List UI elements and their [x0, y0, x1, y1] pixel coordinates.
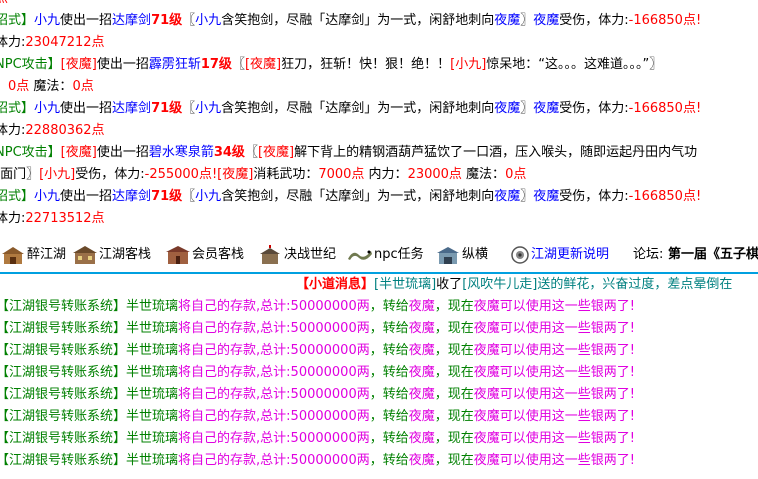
player-name[interactable]: 小九	[34, 189, 60, 204]
chat-line: 体力:22880362点	[0, 123, 105, 138]
bank-transfer-line: 【江湖银号转账系统】半世琉璃将自己的存款,总计:50000000两，转给夜魔，现…	[0, 299, 635, 314]
bank-transfer-line: 【江湖银号转账系统】半世琉璃将自己的存款,总计:50000000两，转给夜魔，现…	[0, 453, 635, 468]
chat-line: ]面门〗[小九]受伤，体力:-255000点![夜魔]消耗武功：7000点 内力…	[0, 167, 527, 182]
chat-line: NPC攻击】[夜魔]使出一招碧水寒泉箭34级〖[夜魔]解下背上的精钢酒葫芦猛饮了…	[0, 145, 698, 160]
nav-item-jianghu-inn[interactable]: 江湖客栈	[72, 244, 151, 266]
forum-label: 论坛:	[633, 247, 664, 262]
nav-item-battle-century[interactable]: 决战世纪	[257, 244, 336, 266]
nav-item-zuijianghu[interactable]: 醉江湖	[0, 244, 66, 266]
chat-line: NPC攻击】[夜魔]使出一招霹雳狂斩17级〖[夜魔]狂刀，狂斩！快！狠！绝！！[…	[0, 57, 663, 72]
bank-transfer-line: 【江湖银号转账系统】半世琉璃将自己的存款,总计:50000000两，转给夜魔，现…	[0, 321, 635, 336]
chat-line: 体力:22713512点	[0, 211, 105, 226]
system-messages: 【小道消息】[半世琉璃]收了[风吹牛儿走]送的鲜花，兴奋过度，差点晕倒在 【江湖…	[0, 274, 758, 479]
nav-toolbar: 醉江湖 江湖客栈 会员客栈 决战世纪 npc任务 纵横 江湖更新说明 论坛: 第…	[0, 236, 758, 274]
chat-line: 点	[0, 0, 8, 10]
player-name[interactable]: 小九	[34, 101, 60, 116]
bank-transfer-line: 【江湖银号转账系统】半世琉璃将自己的存款,总计:50000000两，转给夜魔，现…	[0, 409, 635, 424]
chat-line: 招式】小九使出一招达摩剑71级〖小九含笑抱剑，尽融「达摩剑」为一式，闲舒地刺向夜…	[0, 101, 702, 116]
chat-line: 招式】小九使出一招达摩剑71级〖小九含笑抱剑，尽融「达摩剑」为一式，闲舒地刺向夜…	[0, 13, 702, 28]
nav-item-update-notes[interactable]: 江湖更新说明	[510, 244, 609, 266]
bank-transfer-line: 【江湖银号转账系统】半世琉璃将自己的存款,总计:50000000两，转给夜魔，现…	[0, 431, 635, 446]
member-inn-icon	[166, 246, 190, 264]
chat-line: ：0点 魔法：0点	[0, 79, 94, 94]
dragon-icon	[348, 250, 372, 260]
bank-transfer-line: 【江湖银号转账系统】半世琉璃将自己的存款,总计:50000000两，转给夜魔，现…	[0, 387, 635, 402]
speaker-icon	[511, 246, 529, 264]
chat-line: 招式】小九使出一招达摩剑71级〖小九含笑抱剑，尽融「达摩剑」为一式，闲舒地刺向夜…	[0, 189, 702, 204]
player-name[interactable]: 小九	[34, 13, 60, 28]
battle-icon	[260, 245, 280, 264]
inn-icon	[73, 246, 97, 264]
chat-line: 体力:23047212点	[0, 35, 105, 50]
nav-item-npc-task[interactable]: npc任务	[347, 244, 424, 266]
chat-log: 点 招式】小九使出一招达摩剑71级〖小九含笑抱剑，尽融「达摩剑」为一式，闲舒地刺…	[0, 0, 758, 232]
nav-item-member-inn[interactable]: 会员客栈	[165, 244, 244, 266]
news-line: 【小道消息】[半世琉璃]收了[风吹牛儿走]送的鲜花，兴奋过度，差点晕倒在	[296, 277, 733, 292]
bank-transfer-line: 【江湖银号转账系统】半世琉璃将自己的存款,总计:50000000两，转给夜魔，现…	[0, 343, 635, 358]
bank-transfer-line: 【江湖银号转账系统】半世琉璃将自己的存款,总计:50000000两，转给夜魔，现…	[0, 365, 635, 380]
nav-item-zongheng[interactable]: 纵横	[435, 244, 488, 266]
tavern-icon	[2, 247, 24, 264]
forum-title-link[interactable]: 第一届《五子棋	[668, 244, 758, 266]
horse-icon	[437, 247, 459, 264]
